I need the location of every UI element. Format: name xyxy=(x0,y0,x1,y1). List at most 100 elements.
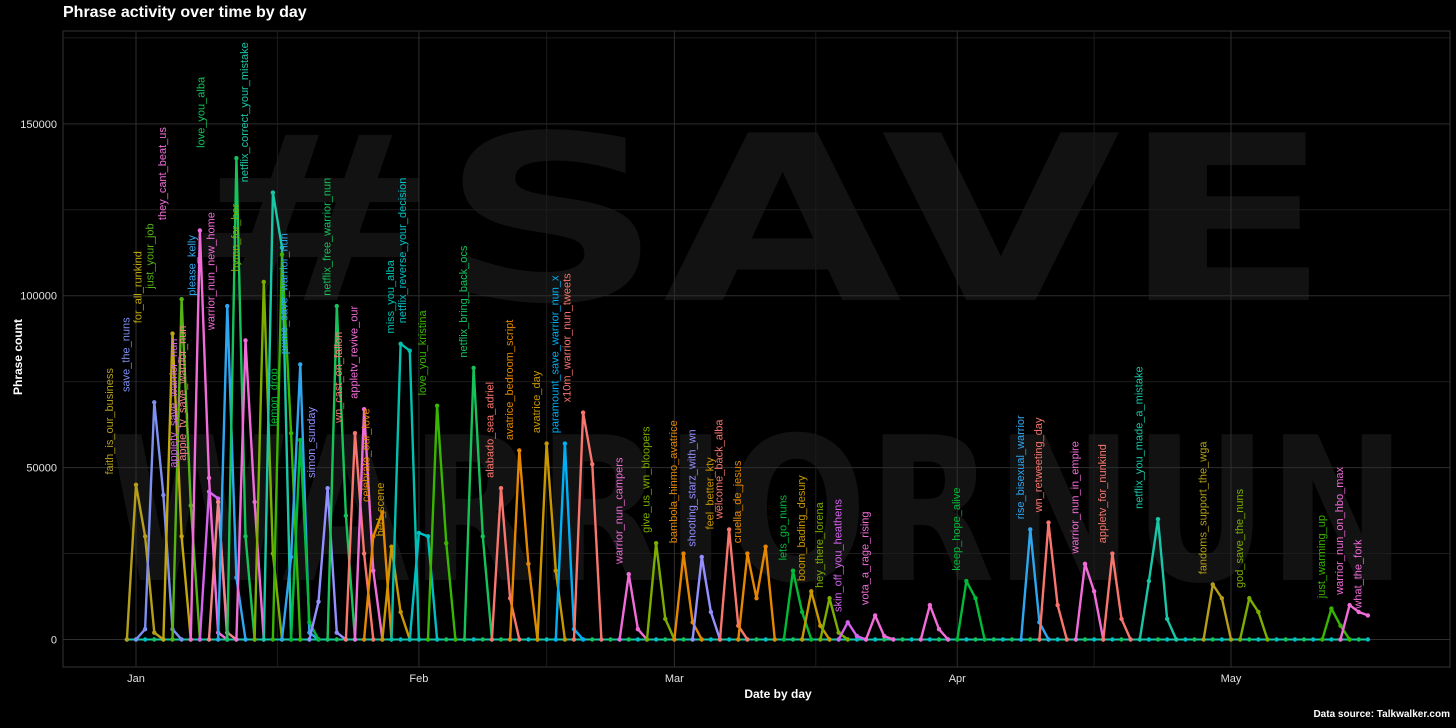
annotation-label: netflix_reverse_your_decision xyxy=(397,178,409,324)
data-point xyxy=(1128,637,1133,642)
baseline-point xyxy=(1082,637,1088,642)
baseline-point xyxy=(1000,637,1006,642)
data-point xyxy=(389,637,394,642)
baseline-point xyxy=(708,637,714,642)
data-point xyxy=(252,499,257,505)
data-point xyxy=(1082,561,1088,567)
data-point xyxy=(252,637,257,642)
annotation-label: for_all_runkind xyxy=(133,251,145,323)
data-point xyxy=(261,637,266,642)
data-point xyxy=(854,633,860,639)
data-point xyxy=(142,534,148,539)
annotation-label: warrior_nun_on_hbo_max xyxy=(1334,466,1346,595)
data-point xyxy=(1247,596,1252,601)
data-point xyxy=(352,431,358,436)
annotation-label: give_us_wn_bloopers xyxy=(641,426,653,533)
data-point xyxy=(471,365,476,371)
data-point xyxy=(152,630,157,635)
data-point xyxy=(626,571,631,577)
data-point xyxy=(234,637,239,642)
data-point xyxy=(243,637,248,642)
data-point xyxy=(416,530,422,536)
data-point xyxy=(1110,551,1115,556)
annotation-label: they_cant_beat_us xyxy=(157,127,169,220)
annotation-label: bambola_hinmo_avatrice xyxy=(668,420,680,543)
baseline-point xyxy=(1247,637,1252,642)
baseline-point xyxy=(608,637,613,642)
data-point xyxy=(179,296,184,302)
data-point xyxy=(809,589,814,594)
data-point xyxy=(1046,637,1051,642)
annotation-label: just_warming_up xyxy=(1316,515,1328,599)
baseline-point xyxy=(1329,637,1334,642)
annotation-label: what_the_fork xyxy=(1352,539,1364,610)
data-point xyxy=(809,637,814,642)
data-point xyxy=(161,637,166,642)
baseline-point xyxy=(1292,637,1298,642)
data-point xyxy=(152,400,157,405)
data-point xyxy=(307,620,312,625)
baseline-point xyxy=(1183,637,1188,642)
annotation-label: love_you_kristina xyxy=(417,310,429,396)
data-point xyxy=(526,561,531,567)
annotation-label: faith_is_our_business xyxy=(104,368,116,475)
data-point xyxy=(407,637,412,642)
data-point xyxy=(480,534,485,539)
baseline-point xyxy=(936,637,942,642)
data-point xyxy=(288,431,294,436)
baseline-point xyxy=(544,637,549,642)
data-point xyxy=(1365,613,1371,618)
data-point xyxy=(736,637,741,642)
data-point xyxy=(316,637,321,642)
annotation-label: bed_scene xyxy=(375,483,387,537)
baseline-point xyxy=(1055,637,1060,642)
data-point xyxy=(124,637,130,642)
baseline-point xyxy=(1283,637,1288,642)
annotation-label: warrior_nun_campers xyxy=(613,457,625,565)
y-tick-label: 150000 xyxy=(20,119,57,131)
data-point xyxy=(434,403,440,408)
data-point xyxy=(179,637,184,642)
data-point xyxy=(1329,606,1334,611)
annotation-label: hey_there_lorena xyxy=(814,501,826,588)
data-point xyxy=(425,637,431,642)
data-point xyxy=(270,637,276,642)
annotation-label: paramount_save_warrior_nun_x xyxy=(550,275,562,433)
data-point xyxy=(845,620,850,625)
annotation-label: fandoms_support_the_wga xyxy=(1197,441,1209,575)
data-point xyxy=(325,486,330,491)
data-point xyxy=(754,596,759,601)
data-point xyxy=(1201,637,1206,642)
data-point xyxy=(872,613,878,618)
annotation-label: netflix_free_warrior_nun xyxy=(321,178,333,296)
data-point xyxy=(1064,637,1069,642)
data-point xyxy=(699,554,704,560)
data-point xyxy=(188,637,193,642)
annotation-label: cruella_de_jesus xyxy=(732,460,744,543)
data-point xyxy=(380,637,385,642)
data-point xyxy=(1356,609,1361,615)
data-point xyxy=(1320,637,1325,642)
annotation-label: warrior_nun_in_empire xyxy=(1070,441,1082,555)
data-point xyxy=(1055,602,1060,608)
data-point xyxy=(863,637,869,642)
data-point xyxy=(1210,582,1215,587)
baseline-point xyxy=(142,637,148,642)
data-point xyxy=(1028,527,1033,532)
baseline-point xyxy=(681,637,686,642)
baseline-point xyxy=(626,637,631,642)
line-chart: #SAVEWARRIORNUN faith_is_our_businesssav… xyxy=(20,30,1451,685)
annotation-label: celebrate_our_love xyxy=(361,408,373,502)
data-point xyxy=(535,637,540,642)
baseline-point xyxy=(1009,637,1015,642)
baseline-point xyxy=(872,637,878,642)
data-point xyxy=(434,637,440,642)
data-point xyxy=(133,482,139,487)
baseline-point xyxy=(1155,637,1161,642)
data-point xyxy=(699,637,704,642)
data-point xyxy=(827,596,832,601)
annotation-label: appletv_revive_our xyxy=(349,305,361,398)
data-point xyxy=(1119,616,1124,622)
data-point xyxy=(1237,637,1243,642)
data-point xyxy=(635,626,641,632)
